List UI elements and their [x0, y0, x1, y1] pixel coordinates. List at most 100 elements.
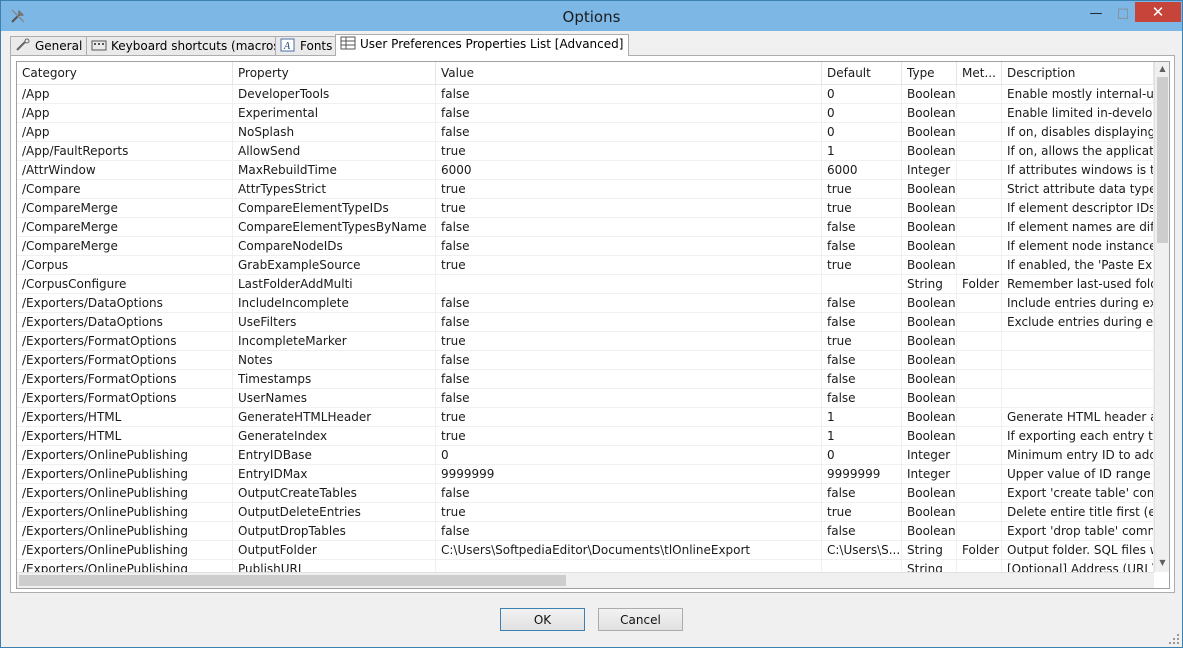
cell-value[interactable]: true	[436, 180, 822, 199]
cell-value[interactable]: 9999999	[436, 465, 822, 484]
table-row[interactable]: /AttrWindow MaxRebuildTime 6000 6000 Integer…	[17, 161, 1154, 180]
cell-category: /Exporters/OnlinePublishing	[17, 484, 233, 503]
cell-value[interactable]: false	[436, 484, 822, 503]
cell-description: Export 'drop table' commar	[1002, 522, 1154, 541]
cell-value[interactable]: true	[436, 332, 822, 351]
table-row[interactable]: /App Experimental false 0 Boolean Enable limi…	[17, 104, 1154, 123]
cell-property: AttrTypesStrict	[233, 180, 436, 199]
cell-value[interactable]: false	[436, 351, 822, 370]
tab-fonts[interactable]: A Fonts	[275, 36, 339, 56]
cell-value[interactable]: true	[436, 142, 822, 161]
cell-property: UseFilters	[233, 313, 436, 332]
scroll-down-icon[interactable]: ▼	[1155, 558, 1169, 570]
ok-button[interactable]: OK	[500, 608, 585, 631]
cell-value[interactable]: true	[436, 427, 822, 446]
horizontal-scrollbar[interactable]	[17, 572, 1154, 588]
cell-category: /Exporters/DataOptions	[17, 294, 233, 313]
table-row[interactable]: /Exporters/DataOptions UseFilters false fal…	[17, 313, 1154, 332]
cell-category: /Exporters/OnlinePublishing	[17, 446, 233, 465]
close-button[interactable]: ✕	[1135, 2, 1181, 22]
cell-description: If element node instance ID	[1002, 237, 1154, 256]
table-row[interactable]: /App/FaultReports AllowSend true 1 Boolean If…	[17, 142, 1154, 161]
cell-value[interactable]	[436, 275, 822, 294]
table-row[interactable]: /Exporters/DataOptions IncludeIncomplete f…	[17, 294, 1154, 313]
tab-user-preferences[interactable]: User Preferences Properties List [Advanc…	[335, 34, 630, 56]
table-row[interactable]: /CompareMerge CompareElementTypesByName fa…	[17, 218, 1154, 237]
cell-value[interactable]: false	[436, 522, 822, 541]
column-header-category[interactable]: Category	[17, 62, 233, 84]
cell-type: Boolean	[902, 389, 957, 408]
table-row[interactable]: /CompareMerge CompareNodeIDs false false Boo…	[17, 237, 1154, 256]
column-header-default[interactable]: Default	[822, 62, 902, 84]
cell-value[interactable]: false	[436, 313, 822, 332]
cell-type: Boolean	[902, 142, 957, 161]
column-header-type[interactable]: Type	[902, 62, 957, 84]
cell-value[interactable]: false	[436, 389, 822, 408]
cell-value[interactable]: false	[436, 218, 822, 237]
table-row[interactable]: /App DeveloperTools false 0 Boolean Enable mo…	[17, 85, 1154, 104]
title-bar[interactable]: Options — □ ✕	[1, 1, 1182, 31]
table-row[interactable]: /Exporters/FormatOptions Notes false false B…	[17, 351, 1154, 370]
table-row[interactable]: /Exporters/OnlinePublishing EntryIDBase 0 0…	[17, 446, 1154, 465]
cell-type: Integer	[902, 446, 957, 465]
cell-value[interactable]	[436, 560, 822, 572]
cell-meta	[957, 484, 1002, 503]
cell-value[interactable]: false	[436, 237, 822, 256]
table-row[interactable]: /Exporters/HTML GenerateIndex true 1 Boolean…	[17, 427, 1154, 446]
vertical-scroll-thumb[interactable]	[1157, 77, 1168, 243]
table-row[interactable]: /Exporters/HTML GenerateHTMLHeader true 1 Bo…	[17, 408, 1154, 427]
resize-grip-icon[interactable]	[1169, 634, 1179, 644]
cell-category: /CorpusConfigure	[17, 275, 233, 294]
minimize-button[interactable]: —	[1083, 7, 1109, 23]
tab-keyboard-shortcuts[interactable]: Keyboard shortcuts (macros)	[86, 36, 291, 56]
table-row[interactable]: /Exporters/OnlinePublishing PublishURL Str…	[17, 560, 1154, 572]
table-row[interactable]: /Exporters/OnlinePublishing OutputFolder C…	[17, 541, 1154, 560]
cell-value[interactable]: true	[436, 408, 822, 427]
maximize-button[interactable]: □	[1111, 7, 1135, 23]
cell-default: false	[822, 522, 902, 541]
font-icon: A	[280, 38, 295, 52]
cell-value[interactable]: true	[436, 503, 822, 522]
column-header-meta[interactable]: Met...	[957, 62, 1002, 84]
cell-type: Boolean	[902, 256, 957, 275]
cell-value[interactable]: 6000	[436, 161, 822, 180]
cell-description: Delete entire title first (expo	[1002, 503, 1154, 522]
cell-value[interactable]: false	[436, 85, 822, 104]
cell-value[interactable]: false	[436, 370, 822, 389]
table-row[interactable]: /Exporters/OnlinePublishing OutputDropTab…	[17, 522, 1154, 541]
cancel-button[interactable]: Cancel	[598, 608, 683, 631]
cell-property: OutputFolder	[233, 541, 436, 560]
scroll-up-icon[interactable]: ▲	[1155, 64, 1169, 76]
cell-value[interactable]: false	[436, 104, 822, 123]
tab-general[interactable]: General	[10, 36, 89, 56]
table-row[interactable]: /Exporters/FormatOptions UserNames false fa…	[17, 389, 1154, 408]
table-row[interactable]: /Exporters/FormatOptions IncompleteMarker…	[17, 332, 1154, 351]
table-row[interactable]: /App NoSplash false 0 Boolean If on, disables…	[17, 123, 1154, 142]
cell-property: PublishURL	[233, 560, 436, 572]
cell-value[interactable]: false	[436, 123, 822, 142]
table-row[interactable]: /Exporters/OnlinePublishing OutputDeleteE…	[17, 503, 1154, 522]
cell-value[interactable]: true	[436, 256, 822, 275]
vertical-scrollbar[interactable]: ▲ ▼	[1154, 62, 1169, 572]
cell-value[interactable]: true	[436, 199, 822, 218]
cell-category: /App	[17, 104, 233, 123]
cell-category: /Exporters/FormatOptions	[17, 370, 233, 389]
cell-value[interactable]: 0	[436, 446, 822, 465]
cell-property: CompareNodeIDs	[233, 237, 436, 256]
table-row[interactable]: /CompareMerge CompareElementTypeIDs true tr…	[17, 199, 1154, 218]
horizontal-scroll-thumb[interactable]	[19, 575, 566, 586]
cell-default: false	[822, 218, 902, 237]
table-row[interactable]: /Exporters/OnlinePublishing OutputCreateT…	[17, 484, 1154, 503]
table-row[interactable]: /CorpusConfigure LastFolderAddMulti String…	[17, 275, 1154, 294]
column-header-value[interactable]: Value	[436, 62, 822, 84]
cell-value[interactable]: C:\Users\SoftpediaEditor\Documents\tlOnl…	[436, 541, 822, 560]
table-row[interactable]: /Exporters/FormatOptions Timestamps false f…	[17, 370, 1154, 389]
cell-meta: Folder	[957, 541, 1002, 560]
table-row[interactable]: /Corpus GrabExampleSource true true Boolean I…	[17, 256, 1154, 275]
column-header-property[interactable]: Property	[233, 62, 436, 84]
column-header-description[interactable]: Description	[1002, 62, 1154, 84]
cell-default	[822, 560, 902, 572]
cell-value[interactable]: false	[436, 294, 822, 313]
table-row[interactable]: /Compare AttrTypesStrict true true Boolean St…	[17, 180, 1154, 199]
table-row[interactable]: /Exporters/OnlinePublishing EntryIDMax 999…	[17, 465, 1154, 484]
